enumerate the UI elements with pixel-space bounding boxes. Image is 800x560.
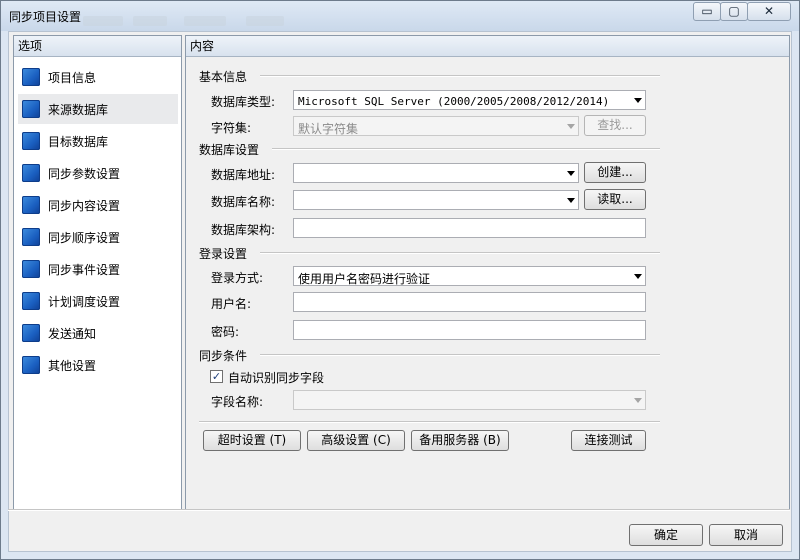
options-item[interactable]: 同步内容设置 [18,190,178,220]
options-panel: 选项 项目信息来源数据库目标数据库同步参数设置 同步内容设置 同步顺序设置 同步事件设… [13,35,182,510]
lookup-button[interactable]: 查找... [584,115,646,136]
options-item[interactable]: 来源数据库 [18,94,178,124]
cancel-button[interactable]: 取消 [709,524,783,546]
options-item-label: 来源数据库 [48,103,109,117]
section-basic-title: 基本信息 [199,70,248,84]
options-item[interactable]: 发送通知 [18,318,178,348]
settings-page-icon [22,324,40,342]
options-item-label: 计划调度设置 [48,295,121,309]
menu-placeholder [133,16,167,26]
section-sync-title: 同步条件 [199,349,248,363]
options-item[interactable]: 同步参数设置 [18,158,178,188]
minimize-button[interactable]: ▭ [693,2,721,21]
footer-divider [8,509,790,511]
connection-test-button[interactable]: 连接测试 [571,430,646,451]
options-item-label: 其他设置 [48,359,97,373]
content-panel-header: 内容 [186,36,789,57]
login-method-value: 使用用户名密码进行验证 [298,272,431,286]
settings-page-icon [22,164,40,182]
menu-placeholder [83,16,123,26]
section-login-title: 登录设置 [199,247,248,261]
login-method-label: 登录方式: [211,271,264,285]
db-schema-input[interactable] [293,218,646,238]
login-method-select[interactable]: 使用用户名密码进行验证 [293,266,646,286]
password-label: 密码: [211,325,240,339]
chevron-down-icon [567,124,575,129]
section-db-title: 数据库设置 [199,143,260,157]
settings-page-icon [22,356,40,374]
charset-value: 默认字符集 [298,122,359,136]
chevron-down-icon [634,398,642,403]
username-input[interactable] [293,292,646,312]
options-item-label: 目标数据库 [48,135,109,149]
read-button[interactable]: 读取... [584,189,646,210]
settings-page-icon [22,68,40,86]
chevron-down-icon [634,274,642,279]
settings-page-icon [22,132,40,150]
options-item[interactable]: 同步顺序设置 [18,222,178,252]
options-panel-header: 选项 [14,36,181,57]
username-label: 用户名: [211,297,252,311]
section-divider [260,252,660,254]
advanced-settings-button[interactable]: 高级设置 (C) [307,430,405,451]
section-divider [260,354,660,356]
maximize-button[interactable]: ▢ [720,2,748,21]
options-item[interactable]: 计划调度设置 [18,286,178,316]
section-divider [260,75,660,77]
options-item[interactable]: 目标数据库 [18,126,178,156]
password-input[interactable] [293,320,646,340]
check-icon: ✓ [211,370,222,383]
settings-page-icon [22,196,40,214]
options-item-label: 项目信息 [48,71,97,85]
section-divider [199,421,660,423]
options-item-label: 发送通知 [48,327,97,341]
menu-placeholder [184,16,226,26]
options-item-label: 同步内容设置 [48,199,121,213]
db-name-combo[interactable] [293,190,579,210]
db-schema-label: 数据库架构: [211,223,276,237]
settings-page-icon [22,260,40,278]
maximize-icon: ▢ [728,4,740,18]
create-button[interactable]: 创建... [584,162,646,183]
close-icon: ✕ [763,4,775,18]
options-item-label: 同步参数设置 [48,167,121,181]
field-name-combo[interactable] [293,390,646,410]
dialog-window: 同步项目设置 ▭ ▢ ✕ 选项 项目信息来源数据库目标数据库同步参数设置 同步内容… [0,0,800,560]
options-item[interactable]: 同步事件设置 [18,254,178,284]
db-name-label: 数据库名称: [211,195,276,209]
options-item[interactable]: 项目信息 [18,62,178,92]
chevron-down-icon [567,171,575,176]
close-button[interactable]: ✕ [747,2,791,21]
chevron-down-icon [567,198,575,203]
field-name-label: 字段名称: [211,395,264,409]
auto-detect-label[interactable]: 自动识别同步字段 [228,369,324,386]
title-bar[interactable]: 同步项目设置 ▭ ▢ ✕ [1,1,799,31]
db-address-combo[interactable] [293,163,579,183]
backup-server-button[interactable]: 备用服务器 (B) [411,430,509,451]
section-divider [272,148,660,150]
chevron-down-icon [634,98,642,103]
content-panel: 内容 基本信息 数据库类型: Microsoft SQL Server (200… [185,35,790,510]
charset-select[interactable]: 默认字符集 [293,116,579,136]
minimize-icon: ▭ [701,4,713,18]
timeout-settings-button[interactable]: 超时设置 (T) [203,430,301,451]
options-item[interactable]: 其他设置 [18,350,178,380]
ok-button[interactable]: 确定 [629,524,703,546]
charset-label: 字符集: [211,121,252,135]
settings-page-icon [22,100,40,118]
db-type-label: 数据库类型: [211,95,276,109]
window-title: 同步项目设置 [9,10,82,24]
auto-detect-checkbox[interactable]: ✓ [210,370,223,383]
menu-placeholder [246,16,284,26]
options-item-label: 同步事件设置 [48,263,121,277]
db-type-select[interactable]: Microsoft SQL Server (2000/2005/2008/201… [293,90,646,110]
settings-page-icon [22,292,40,310]
settings-page-icon [22,228,40,246]
options-item-label: 同步顺序设置 [48,231,121,245]
db-type-value: Microsoft SQL Server (2000/2005/2008/201… [298,95,610,108]
db-address-label: 数据库地址: [211,168,276,182]
